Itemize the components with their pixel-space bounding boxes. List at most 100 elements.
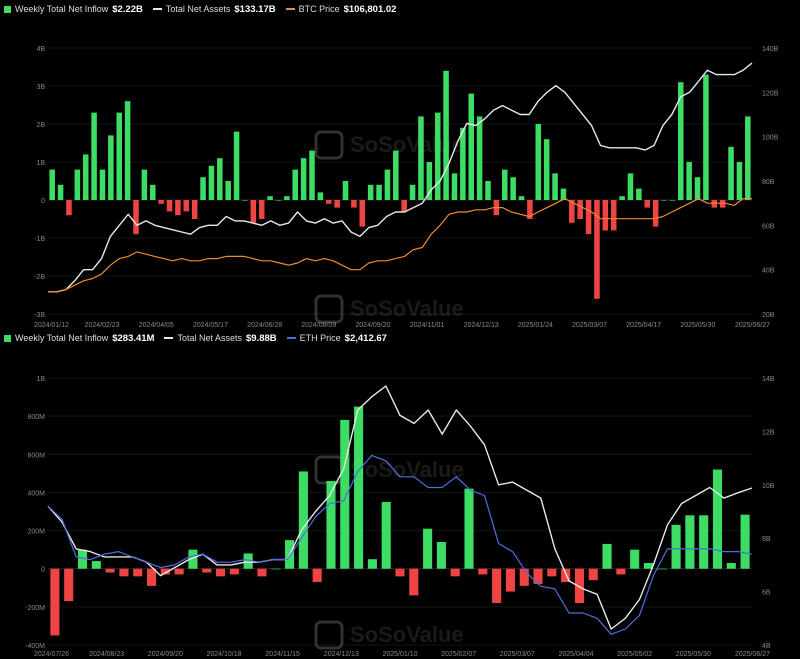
- y-left-tick-label: 200M: [27, 529, 45, 536]
- inflow-bar-positive: [636, 188, 642, 200]
- inflow-bar-negative: [312, 568, 322, 583]
- inflow-bar-positive: [686, 162, 692, 200]
- inflow-bar-positive: [669, 200, 676, 201]
- inflow-bar-negative: [409, 568, 419, 596]
- y-right-tick-label: 8B: [762, 536, 771, 543]
- inflow-bar-negative: [166, 200, 173, 212]
- inflow-bar-negative: [325, 200, 332, 204]
- inflow-bar-negative: [202, 568, 212, 573]
- inflow-bar-negative: [133, 200, 139, 235]
- inflow-bar-positive: [426, 162, 433, 200]
- x-tick-label: 2025/01/10: [382, 651, 417, 658]
- x-tick-label: 2025/01/24: [518, 322, 553, 329]
- inflow-bar-negative: [395, 568, 405, 577]
- inflow-bar-positive: [703, 74, 709, 200]
- inflow-bar-negative: [359, 200, 366, 227]
- inflow-bar-negative: [652, 200, 659, 227]
- inflow-bar-negative: [610, 200, 617, 231]
- y-right-tick-label: 10B: [762, 483, 775, 490]
- inflow-bar-positive: [217, 158, 223, 200]
- price-line: [47, 454, 753, 635]
- eth-panel: Weekly Total Net Inflow $283.41M Total N…: [0, 329, 800, 659]
- y-left-tick-label: 800M: [27, 414, 45, 421]
- inflow-bar-negative: [64, 568, 74, 602]
- inflow-bar-positive: [423, 528, 433, 569]
- y-right-tick-label: 4B: [762, 643, 771, 650]
- y-right-tick-label: 12B: [762, 429, 775, 436]
- inflow-bar-positive: [284, 196, 290, 200]
- inflow-bar-negative: [533, 568, 543, 584]
- x-tick-label: 2024/01/12: [34, 322, 69, 329]
- x-tick-label: 2024/09/20: [148, 651, 183, 658]
- inflow-bar-positive: [443, 70, 449, 200]
- inflow-bar-positive: [434, 112, 441, 200]
- x-tick-label: 2025/05/30: [680, 322, 715, 329]
- inflow-bar-negative: [644, 200, 651, 208]
- eth-etf-flow-chart[interactable]: 1B 800M 600M 400M 200M 0 -200M -400M 14B 12B 10B 8B…: [0, 329, 800, 659]
- x-tick-label: 2024/12/13: [324, 651, 359, 658]
- inflow-bar-positive: [298, 471, 308, 569]
- sosovalue-watermark: SoSoValue: [314, 620, 464, 650]
- inflow-bar-positive: [393, 150, 399, 200]
- y-left-tick-label: 0: [41, 198, 45, 205]
- x-tick-label: 2025/06/27: [735, 322, 770, 329]
- x-tick-label: 2025/02/07: [441, 651, 476, 658]
- inflow-bar-positive: [627, 173, 634, 200]
- sosovalue-watermark: SoSoValue: [314, 130, 464, 160]
- inflow-bar-negative: [50, 568, 60, 636]
- inflow-bar-positive: [208, 165, 215, 200]
- inflow-bar-positive: [340, 419, 350, 569]
- inflow-bar-negative: [519, 568, 529, 586]
- x-tick-label: 2024/08/09: [301, 322, 336, 329]
- inflow-bar-positive: [510, 177, 516, 200]
- y-left-tick-label: 0: [41, 567, 45, 574]
- inflow-bar-positive: [141, 169, 148, 200]
- y-left-tick-label: -1B: [34, 236, 45, 243]
- btc-panel: Weekly Total Net Inflow $2.22B Total Net…: [0, 0, 800, 329]
- inflow-bar-positive: [49, 169, 55, 200]
- inflow-bar-positive: [460, 127, 466, 200]
- inflow-bar-negative: [146, 568, 157, 586]
- x-tick-label: 2024/08/23: [89, 651, 124, 658]
- inflow-bar-positive: [275, 200, 282, 201]
- inflow-bar-positive: [476, 116, 483, 200]
- x-tick-label: 2024/04/05: [139, 322, 174, 329]
- x-tick-label: 2024/02/23: [85, 322, 120, 329]
- inflow-bar-negative: [585, 200, 592, 235]
- inflow-bar-positive: [342, 181, 349, 200]
- inflow-bar-negative: [215, 568, 226, 577]
- inflow-bar-negative: [616, 568, 626, 575]
- x-tick-label: 2024/07/26: [34, 651, 69, 658]
- inflow-bar-negative: [66, 200, 72, 216]
- inflow-bar-positive: [309, 150, 315, 200]
- inflow-bar-positive: [543, 139, 550, 200]
- inflow-bar-negative: [492, 568, 502, 604]
- y-right-tick-label: 40B: [762, 268, 775, 275]
- y-left-tick-label: -200M: [25, 605, 45, 612]
- inflow-bar-positive: [657, 568, 667, 570]
- inflow-bar-positive: [726, 562, 736, 569]
- inflow-bar-positive: [630, 549, 640, 569]
- inflow-bar-positive: [619, 196, 625, 200]
- inflow-bar-positive: [82, 154, 89, 200]
- x-tick-label: 2024/09/20: [355, 322, 390, 329]
- btc-etf-flow-chart[interactable]: 4B 3B 2B 1B 0 -1B -2B -3B 140B 120B 100B 80B 60B 40B 2…: [0, 0, 800, 329]
- inflow-bar-positive: [99, 169, 106, 200]
- inflow-bar-positive: [367, 559, 377, 569]
- y-right-tick-label: 120B: [762, 90, 779, 97]
- inflow-bar-positive: [451, 173, 458, 200]
- x-tick-label: 2025/06/27: [735, 651, 770, 658]
- inflow-bar-negative: [401, 200, 407, 212]
- inflow-bar-positive: [485, 181, 491, 200]
- inflow-bar-positive: [108, 135, 114, 200]
- inflow-bar-positive: [384, 169, 391, 200]
- inflow-bar-positive: [745, 116, 751, 200]
- inflow-bar-negative: [577, 200, 583, 219]
- inflow-bar-positive: [501, 169, 508, 200]
- watermark-text: SoSoValue: [350, 296, 464, 321]
- y-right-tick-label: 20B: [762, 312, 775, 319]
- inflow-bar-positive: [518, 196, 525, 200]
- x-tick-label: 2025/04/17: [626, 322, 661, 329]
- inflow-bar-positive: [699, 515, 709, 569]
- inflow-bar-positive: [91, 112, 97, 200]
